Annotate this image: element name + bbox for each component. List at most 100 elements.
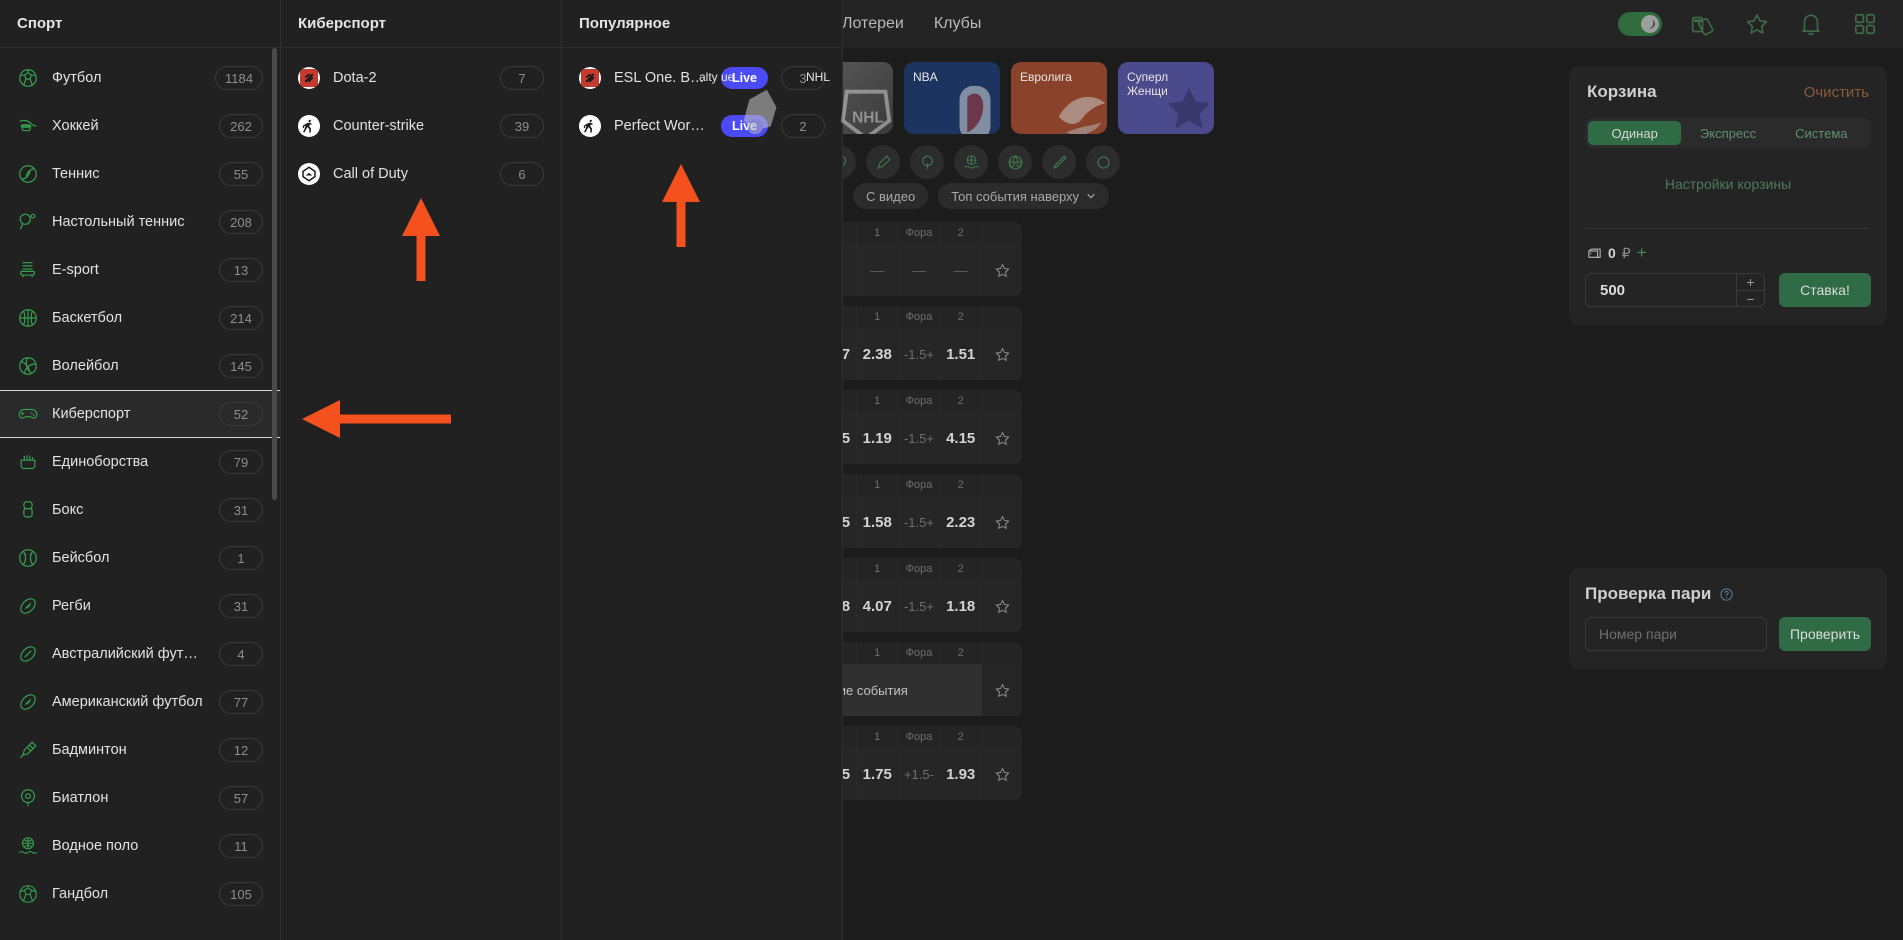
odds-cell[interactable]: 1.51 — [940, 328, 982, 380]
slip-settings-link[interactable]: Настройки корзины — [1569, 148, 1887, 228]
badminton-icon[interactable] — [866, 145, 900, 179]
favorite-star-icon[interactable] — [982, 412, 1022, 464]
sidebar-item-volleyball[interactable]: Волейбол 145 — [0, 342, 280, 390]
list-item-callofduty[interactable]: Call of Duty 6 — [281, 150, 561, 198]
arrow-pointing-to-popular-list — [660, 162, 702, 248]
odds-cell[interactable]: -1.5+ — [899, 328, 941, 380]
sports-panel-scrollbar[interactable] — [272, 48, 277, 500]
more-sports-icon[interactable] — [1086, 145, 1120, 179]
col-header: 2 — [940, 390, 982, 412]
place-bet-button[interactable]: Ставка! — [1779, 273, 1871, 307]
odds-cell[interactable]: 4.15 — [940, 412, 982, 464]
col-header-favorite — [982, 726, 1022, 748]
list-item-label: Counter-strike — [333, 118, 487, 134]
odds-cell[interactable]: 1.58 — [857, 496, 899, 548]
league-banner[interactable]: NBA — [904, 62, 1000, 134]
water-polo-icon[interactable] — [954, 145, 988, 179]
tab-system[interactable]: Система — [1775, 121, 1868, 145]
popular-panel-title: Популярное — [562, 0, 842, 48]
league-banner-label: Евролига — [1020, 70, 1072, 126]
nav-link-lotteries[interactable]: Лотереи — [842, 15, 904, 33]
stake-decrement-button[interactable]: − — [1737, 291, 1764, 307]
american-football-icon — [17, 691, 39, 713]
favorite-star-icon[interactable] — [982, 328, 1022, 380]
counterstrike-icon — [579, 115, 601, 137]
odds-cell[interactable]: 1.18 — [940, 580, 982, 632]
favorite-star-icon[interactable] — [982, 664, 1022, 716]
sidebar-item-american-football[interactable]: Американский футбол 77 — [0, 678, 280, 726]
check-bet-button[interactable]: Проверить — [1779, 617, 1871, 651]
add-funds-button[interactable]: + — [1637, 243, 1647, 263]
odds-cell[interactable]: 1.93 — [940, 748, 982, 800]
bet-type-tabs: Одинар Экспресс Система — [1585, 118, 1871, 148]
sidebar-item-baseball[interactable]: Бейсбол 1 — [0, 534, 280, 582]
odds-cell[interactable]: -1.5+ — [899, 580, 941, 632]
sidebar-item-table-tennis[interactable]: Настольный теннис 208 — [0, 198, 280, 246]
league-banner[interactable]: NHL NHL — [797, 62, 893, 134]
bet-number-field[interactable]: Номер пари — [1585, 617, 1767, 651]
odds-cell[interactable]: +1.5- — [899, 748, 941, 800]
sidebar-item-aussie-football[interactable]: Австралийский футбол 4 — [0, 630, 280, 678]
sidebar-item-hockey[interactable]: Хоккей 262 — [0, 102, 280, 150]
list-item-dota2[interactable]: Dota-2 7 — [281, 54, 561, 102]
odds-cell[interactable]: 2.38 — [857, 328, 899, 380]
grid-icon[interactable] — [1852, 11, 1878, 37]
coupon-icon[interactable] — [1690, 11, 1716, 37]
question-icon[interactable] — [1719, 587, 1734, 602]
odds-cell[interactable]: — — [899, 244, 941, 296]
sidebar-item-rugby[interactable]: Регби 31 — [0, 582, 280, 630]
star-icon[interactable] — [1744, 11, 1770, 37]
odds-cell[interactable]: 4.07 — [857, 580, 899, 632]
sidebar-item-count: 57 — [219, 786, 263, 810]
col-header: 2 — [940, 558, 982, 580]
sidebar-item-handball[interactable]: Гандбол 105 — [0, 870, 280, 918]
sidebar-item-water-polo[interactable]: Водное поло 11 — [0, 822, 280, 870]
stake-increment-button[interactable]: + — [1737, 274, 1764, 291]
gamepad-icon — [17, 403, 39, 425]
odds-cell[interactable]: 1.75 — [857, 748, 899, 800]
sidebar-item-count: 77 — [219, 690, 263, 714]
odds-cell[interactable]: -1.5+ — [899, 412, 941, 464]
stake-input[interactable]: 500 + − — [1585, 273, 1765, 307]
favorite-star-icon[interactable] — [982, 496, 1022, 548]
bell-icon[interactable] — [1798, 11, 1824, 37]
sidebar-item-esport[interactable]: E-sport 13 — [0, 246, 280, 294]
dark-mode-toggle[interactable] — [1618, 12, 1662, 36]
favorite-star-icon[interactable] — [982, 244, 1022, 296]
clear-slip-button[interactable]: Очистить — [1804, 84, 1869, 101]
tab-express[interactable]: Экспресс — [1681, 121, 1774, 145]
arrow-pointing-to-cybersport-item — [300, 398, 452, 440]
nav-link-clubs[interactable]: Клубы — [934, 15, 982, 33]
sidebar-item-tennis[interactable]: Теннис 55 — [0, 150, 280, 198]
sidebar-item-label: Бокс — [52, 502, 206, 518]
sidebar-item-martial-arts[interactable]: Единоборства 79 — [0, 438, 280, 486]
favorite-star-icon[interactable] — [982, 748, 1022, 800]
sidebar-item-basketball[interactable]: Баскетбол 214 — [0, 294, 280, 342]
darts-icon[interactable] — [1042, 145, 1076, 179]
hockey-icon — [17, 115, 39, 137]
biathlon-icon[interactable] — [910, 145, 944, 179]
bet-check-header: Проверка пари — [1585, 584, 1871, 604]
league-banner[interactable]: Евролига — [1011, 62, 1107, 134]
odds-cell[interactable]: 1.19 — [857, 412, 899, 464]
odds-cell[interactable]: 2.23 — [940, 496, 982, 548]
filter-chip-with-video[interactable]: С видео — [853, 183, 928, 209]
odds-cell[interactable]: — — [940, 244, 982, 296]
odds-cell[interactable]: -1.5+ — [899, 496, 941, 548]
league-banner[interactable]: Суперл Женщи — [1118, 62, 1214, 134]
sidebar-item-badminton[interactable]: Бадминтон 12 — [0, 726, 280, 774]
sidebar-item-boxing[interactable]: Бокс 31 — [0, 486, 280, 534]
baseball-icon — [17, 547, 39, 569]
filter-chip-sort-top-events[interactable]: Топ события наверху — [938, 183, 1109, 209]
list-item-counterstrike[interactable]: Counter-strike 39 — [281, 102, 561, 150]
balance-amount: 0 — [1608, 245, 1616, 261]
sidebar-item-football[interactable]: Футбол 1184 — [0, 54, 280, 102]
tab-single[interactable]: Одинар — [1588, 121, 1681, 145]
favorite-star-icon[interactable] — [982, 580, 1022, 632]
sidebar-item-biathlon[interactable]: Биатлон 57 — [0, 774, 280, 822]
odds-cell[interactable]: — — [857, 244, 899, 296]
sidebar-item-label: Киберспорт — [52, 406, 206, 422]
filter-chip-label: С видео — [866, 189, 915, 204]
handball-icon[interactable] — [998, 145, 1032, 179]
sidebar-item-cybersport[interactable]: Киберспорт 52 — [0, 390, 280, 438]
